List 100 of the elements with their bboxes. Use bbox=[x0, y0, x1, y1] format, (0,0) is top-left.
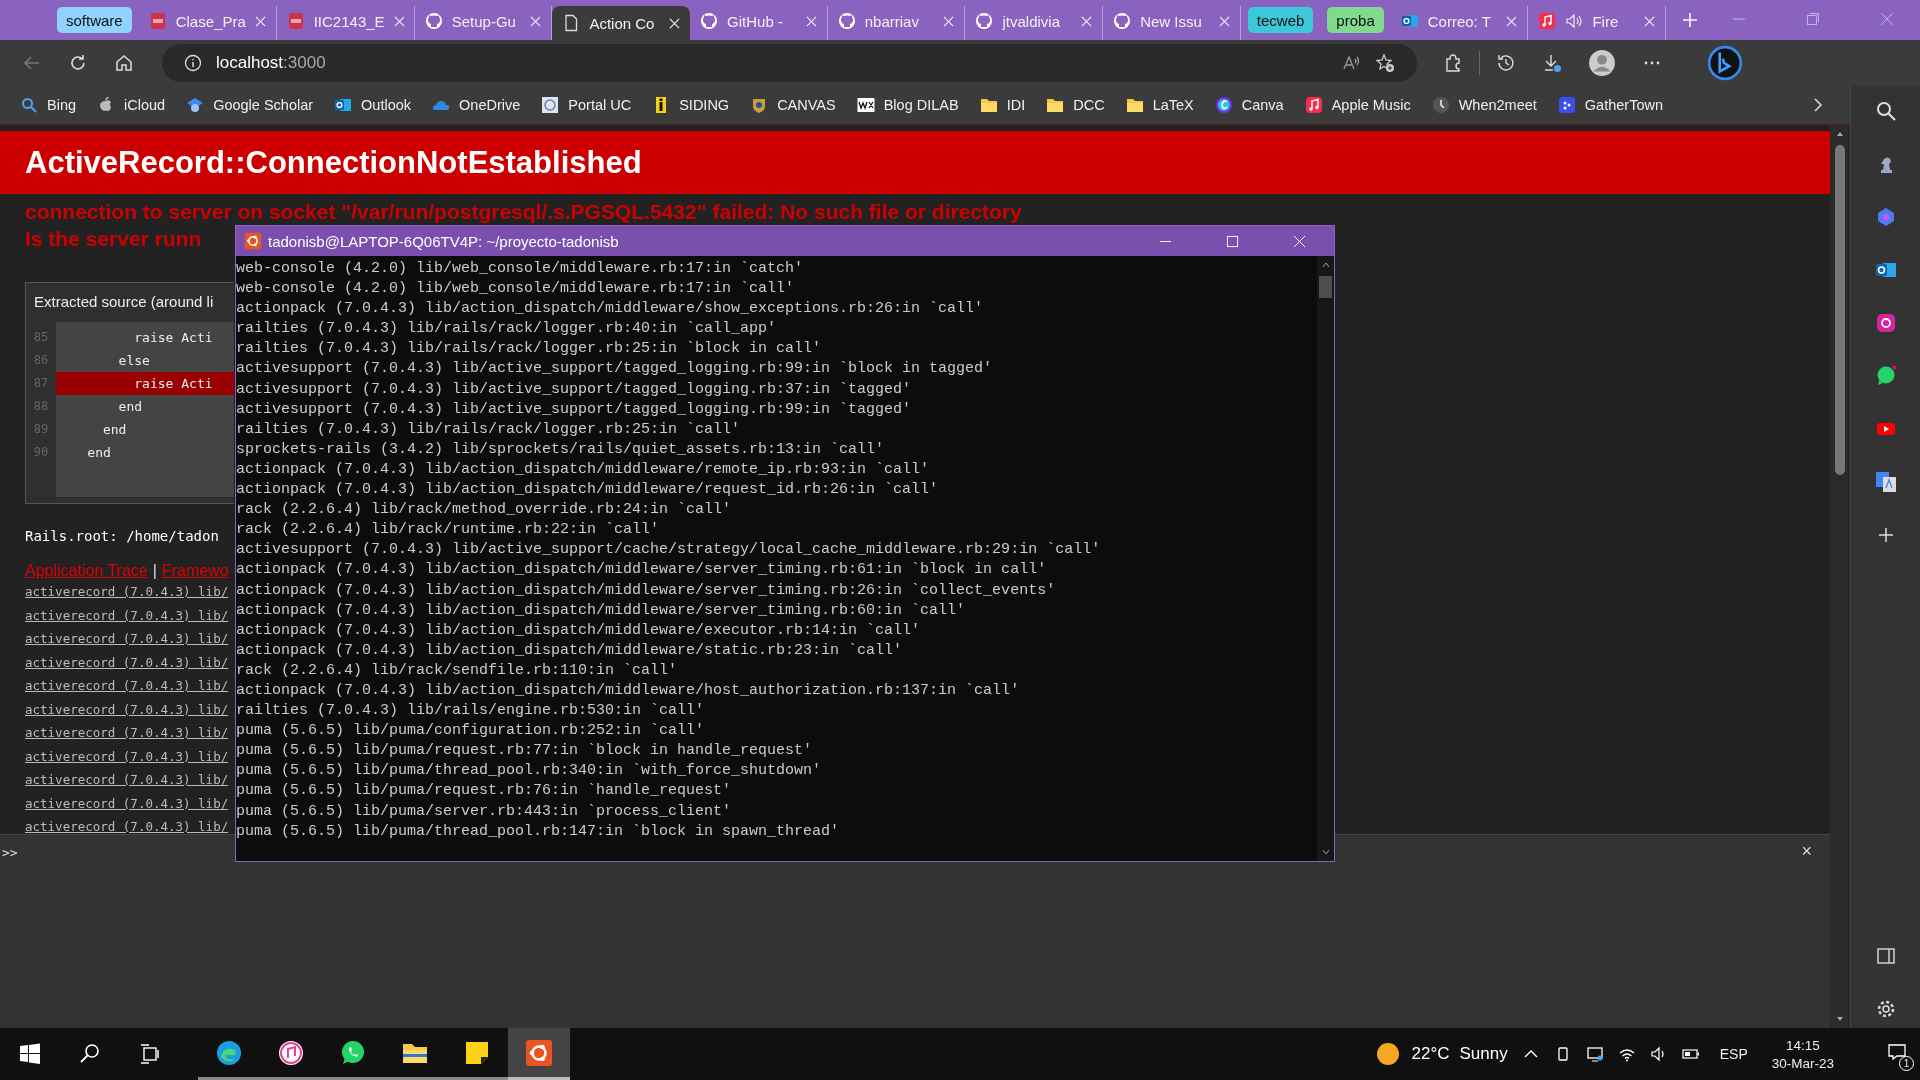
trace-line-link[interactable]: activerecord (7.0.4.3) lib/ bbox=[25, 678, 229, 702]
terminal-line: web-console (4.2.0) lib/web_console/middleware.rb:17:in `call' bbox=[236, 279, 795, 300]
bookmark[interactable]: Google Scholar bbox=[186, 96, 314, 114]
terminal-line: activesupport (7.0.4.3) lib/active_support/tagged_logging.rb:37:in `tagged' bbox=[236, 379, 912, 400]
bookmark[interactable]: SIDING bbox=[652, 96, 730, 114]
bookmark-label: Google Scholar bbox=[213, 97, 314, 113]
trace-line-link[interactable]: activerecord (7.0.4.3) lib/ bbox=[25, 772, 229, 796]
trace-line-link[interactable]: activerecord (7.0.4.3) lib/ bbox=[25, 819, 229, 834]
trace-line-link[interactable]: activerecord (7.0.4.3) lib/ bbox=[25, 795, 229, 819]
bookmark[interactable]: LaTeX bbox=[1125, 96, 1194, 114]
bookmark[interactable]: Apple Music bbox=[1304, 96, 1411, 114]
terminal-line: actionpack (7.0.4.3) lib/action_dispatch/middleware/executor.rb:14:in `call' bbox=[236, 620, 921, 641]
terminal-line: activesupport (7.0.4.3) lib/active_support/cache/strategy/local_cache_middleware.rb:29:in `call' bbox=[236, 540, 1101, 561]
terminal-line: puma (5.6.5) lib/puma/server.rb:443:in `process_client' bbox=[236, 801, 732, 822]
trace-line-link[interactable]: activerecord (7.0.4.3) lib/ bbox=[25, 701, 229, 725]
trace-line-link[interactable]: activerecord (7.0.4.3) lib/ bbox=[25, 725, 229, 749]
error-message: connection to server on socket "/var/run/postgresql/.s.PGSQL.5432" failed: No such file or directory bbox=[25, 199, 1022, 225]
clock-time[interactable]: 14:15 bbox=[1785, 1037, 1820, 1053]
separator: | bbox=[152, 562, 157, 580]
bookmark[interactable]: Blog DILAB bbox=[856, 96, 959, 114]
bookmark-label: GatherTown bbox=[1584, 97, 1664, 113]
tab-title: Fire bbox=[1592, 12, 1620, 30]
bookmark-label: SIDING bbox=[679, 97, 730, 113]
bookmark-label: Blog DILAB bbox=[883, 97, 959, 113]
bookmark-label: Portal UC bbox=[568, 97, 632, 113]
browser-tab[interactable]: Action Co bbox=[552, 6, 691, 40]
code-line: end bbox=[86, 444, 112, 462]
console-prompt: >> bbox=[2, 845, 18, 860]
code-line: end bbox=[101, 421, 128, 439]
rails-root-path: Rails.root: /home/tadon bbox=[25, 528, 219, 544]
terminal-line: railties (7.0.4.3) lib/rails/rack/logger.rb:25:in `block in call' bbox=[236, 339, 822, 360]
bookmark-label: IDI bbox=[1006, 97, 1026, 113]
notification-count: 1 bbox=[1899, 1056, 1914, 1071]
bookmark-label: Apple Music bbox=[1331, 97, 1411, 113]
language-indicator[interactable]: ESP bbox=[1719, 1046, 1748, 1062]
tab-group-label[interactable]: proba bbox=[1327, 7, 1384, 33]
code-line: else bbox=[117, 352, 151, 370]
terminal-line: railties (7.0.4.3) lib/rails/rack/logger.rb:40:in `call_app' bbox=[236, 319, 777, 340]
tab-title: Clase_Pra bbox=[175, 12, 246, 30]
window-title: tadonisb@LAPTOP-6Q06TV4P: ~/proyecto-tadonisb bbox=[268, 232, 619, 250]
bookmark[interactable]: Outlook bbox=[334, 96, 412, 114]
terminal-line: activesupport (7.0.4.3) lib/active_support/tagged_logging.rb:99:in `block in tagged' bbox=[236, 359, 993, 380]
bookmark[interactable]: GatherTown bbox=[1557, 96, 1664, 114]
trace-line-link[interactable]: activerecord (7.0.4.3) lib/ bbox=[25, 748, 229, 772]
terminal-line: activesupport (7.0.4.3) lib/active_support/tagged_logging.rb:99:in `tagged' bbox=[236, 399, 912, 420]
terminal-line: railties (7.0.4.3) lib/rails/engine.rb:530:in `call' bbox=[236, 701, 705, 722]
tab-group-label[interactable]: software bbox=[57, 7, 132, 33]
bookmark[interactable]: DCC bbox=[1046, 96, 1105, 114]
terminal-line: sprockets-rails (3.4.2) lib/sprockets/rails/quiet_assets.rb:13:in `call' bbox=[236, 439, 885, 460]
bookmark[interactable]: OneDrive bbox=[432, 96, 521, 114]
error-message: Is the server runn bbox=[25, 226, 202, 252]
bookmark-label: Canva bbox=[1241, 97, 1284, 113]
bookmark-label: OneDrive bbox=[459, 97, 521, 113]
terminal-line: rack (2.2.6.4) lib/rack/runtime.rb:22:in `call' bbox=[236, 520, 660, 541]
bookmark[interactable]: When2meet bbox=[1431, 96, 1537, 114]
bookmark[interactable]: Portal UC bbox=[541, 96, 632, 114]
tab-group-label[interactable]: tecweb bbox=[1247, 7, 1314, 33]
clock-date[interactable]: 30-Mar-23 bbox=[1771, 1055, 1834, 1071]
address-field[interactable]: localhost:3000 bbox=[162, 44, 1417, 82]
tab-title: Action Co bbox=[589, 14, 656, 32]
weather-condition[interactable]: Sunny bbox=[1459, 1044, 1508, 1064]
terminal-line: puma (5.6.5) lib/puma/configuration.rb:252:in `call' bbox=[236, 721, 705, 742]
trace-line-link[interactable]: activerecord (7.0.4.3) lib/ bbox=[25, 607, 229, 631]
terminal-line: actionpack (7.0.4.3) lib/action_dispatch/middleware/request_id.rb:26:in `call' bbox=[236, 480, 939, 501]
terminal-line: puma (5.6.5) lib/puma/request.rb:77:in `block in handle_request' bbox=[236, 741, 813, 762]
terminal-line: actionpack (7.0.4.3) lib/action_dispatch/middleware/show_exceptions.rb:26:in `call' bbox=[236, 299, 984, 320]
terminal-line: actionpack (7.0.4.3) lib/action_dispatch/middleware/remote_ip.rb:93:in `call' bbox=[236, 459, 930, 480]
bookmark[interactable]: Bing bbox=[20, 96, 77, 114]
source-heading: Extracted source (around li bbox=[33, 292, 214, 312]
tab-title: New Issu bbox=[1140, 12, 1203, 30]
trace-line-link[interactable]: activerecord (7.0.4.3) lib/ bbox=[25, 584, 229, 608]
terminal-line: actionpack (7.0.4.3) lib/action_dispatch/middleware/host_authorization.rb:137:in `call' bbox=[236, 680, 1020, 701]
close-button[interactable]: × bbox=[1791, 841, 1822, 862]
code-line: raise Acti bbox=[133, 329, 214, 347]
trace-line-link[interactable]: activerecord (7.0.4.3) lib/ bbox=[25, 654, 229, 678]
terminal-line: actionpack (7.0.4.3) lib/action_dispatch/middleware/server_timing.rb:60:in `call' bbox=[236, 600, 966, 621]
terminal-line: puma (5.6.5) lib/puma/thread_pool.rb:147:in `block in spawn_thread' bbox=[236, 821, 840, 842]
trace-line-link[interactable]: activerecord (7.0.4.3) lib/ bbox=[25, 631, 229, 655]
tab-title: Correo: T bbox=[1427, 12, 1492, 30]
tab-title: jtvaldivia bbox=[1002, 12, 1061, 30]
tab-title: Setup-Gu bbox=[451, 12, 517, 30]
bookmark[interactable]: IDI bbox=[979, 96, 1026, 114]
terminal-line: actionpack (7.0.4.3) lib/action_dispatch/middleware/server_timing.rb:61:in `block in call' bbox=[236, 560, 1047, 581]
bookmark-label: iCloud bbox=[124, 97, 166, 113]
terminal-line: puma (5.6.5) lib/puma/thread_pool.rb:340:in `with_force_shutdown' bbox=[236, 761, 822, 782]
error-title: ActiveRecord::ConnectionNotEstablished bbox=[0, 131, 1830, 194]
bookmark-label: DCC bbox=[1073, 97, 1105, 113]
bookmark[interactable]: Canva bbox=[1214, 96, 1284, 114]
url-text: localhost:3000 bbox=[216, 53, 326, 73]
tab-title: GitHub - bbox=[727, 12, 784, 30]
bookmark[interactable]: iCloud bbox=[97, 96, 166, 114]
terminal-line: web-console (4.2.0) lib/web_console/middleware.rb:17:in `catch' bbox=[236, 259, 804, 279]
terminal-line: railties (7.0.4.3) lib/rails/rack/logger.rb:25:in `call' bbox=[236, 419, 741, 440]
weather-temperature[interactable]: 22°C bbox=[1411, 1044, 1450, 1064]
terminal-line: actionpack (7.0.4.3) lib/action_dispatch/middleware/static.rb:23:in `call' bbox=[236, 640, 903, 661]
code-line: end bbox=[117, 398, 144, 416]
terminal-line: rack (2.2.6.4) lib/rack/method_override.rb:24:in `call' bbox=[236, 500, 732, 521]
terminal-line: puma (5.6.5) lib/puma/request.rb:76:in `handle_request' bbox=[236, 781, 732, 802]
bookmark[interactable]: CANVAS bbox=[750, 96, 836, 114]
bookmark-label: LaTeX bbox=[1152, 97, 1194, 113]
